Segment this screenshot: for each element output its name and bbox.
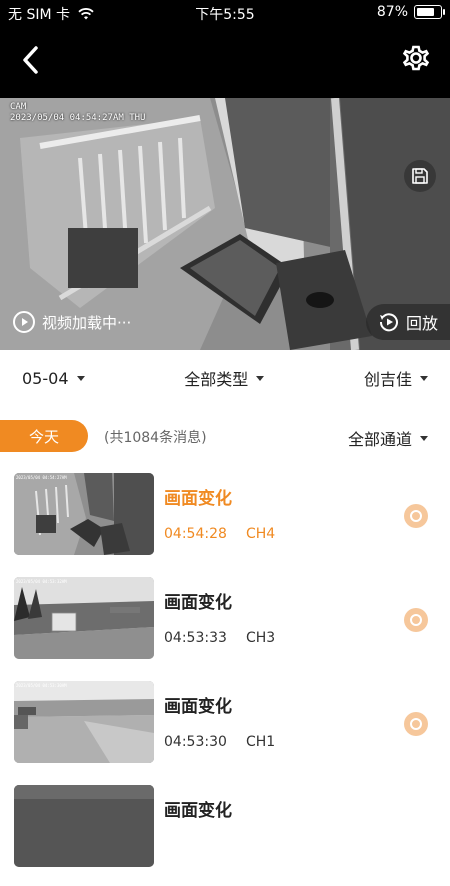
caret-down-icon [256,375,265,381]
status-bar: 无 SIM 卡 下午5:55 87% [0,0,450,26]
caret-down-icon [420,375,428,381]
osd-camera-name: CAM [10,102,27,112]
list-item[interactable]: 画面变化 [0,782,450,886]
target-icon [404,504,428,528]
brand-filter-label: 创吉佳 [363,370,412,389]
event-thumbnail: 2023/05/04 04:53:30AM [14,681,154,763]
message-count: (共1084条消息) [104,430,207,446]
event-title: 画面变化 [164,489,232,509]
save-icon [412,168,428,184]
svg-text:2023/05/04 04:54:27AM: 2023/05/04 04:54:27AM [16,475,67,480]
event-channel: CH1 [246,734,276,750]
save-button[interactable] [404,160,436,192]
brand-filter[interactable]: 创吉佳 [364,366,428,390]
loading-text: 视频加载中··· [42,313,132,332]
list-item[interactable]: 2023/05/04 04:53:30AM 画面变化 04:53:30 CH1 [0,678,450,782]
nav-bar [0,26,450,98]
event-thumbnail: 2023/05/04 04:54:27AM [14,473,154,555]
channel-filter-label: 全部通道 [347,430,412,449]
svg-text:2023/05/04 04:53:32AM: 2023/05/04 04:53:32AM [16,579,67,584]
list-item[interactable]: 2023/05/04 04:54:27AM 画面变化 04:54:28 CH4 [0,470,450,574]
event-time: 04:53:33 [164,630,227,646]
caret-down-icon [76,375,85,381]
replay-icon [379,313,398,332]
today-button[interactable]: 今天 [0,420,88,452]
date-filter-label: 05-04 [22,368,69,388]
event-title: 画面变化 [164,593,232,613]
svg-text:2023/05/04 04:53:30AM: 2023/05/04 04:53:30AM [16,683,67,688]
playback-label: 回放 [405,314,438,333]
list-item[interactable]: 2023/05/04 04:53:32AM 画面变化 04:53:33 CH3 [0,574,450,678]
video-player[interactable]: CAM 2023/05/04 04:54:27AM THU 视频加载中··· 回… [0,98,450,350]
battery-percent: 87% [376,4,408,20]
target-icon [404,608,428,632]
event-time: 04:53:30 [164,734,227,750]
filter-bar: 05-04 全部类型 创吉佳 [0,350,450,406]
chevron-left-icon[interactable] [14,42,50,78]
type-filter[interactable]: 全部类型 [184,366,265,390]
event-thumbnail [14,785,154,867]
type-filter-label: 全部类型 [184,370,249,389]
play-circle-icon [13,311,35,333]
osd-timestamp: 2023/05/04 04:54:27AM THU [10,113,146,123]
event-thumbnail: 2023/05/04 04:53:32AM [14,577,154,659]
battery-group: 87% [376,4,445,20]
summary-row: 今天 (共1084条消息) 全部通道 [0,420,450,452]
osd-overlay: CAM 2023/05/04 04:54:27AM THU [10,102,145,124]
target-icon [404,712,428,736]
event-title: 画面变化 [164,697,232,717]
channel-filter[interactable]: 全部通道 [348,426,428,450]
caret-down-icon [420,435,428,441]
event-channel: CH4 [246,526,276,542]
gear-icon[interactable] [400,42,432,74]
event-channel: CH3 [246,630,276,646]
battery-icon [414,5,445,19]
date-filter[interactable]: 05-04 [22,369,85,388]
loading-indicator: 视频加载中··· [12,310,131,334]
event-list: 2023/05/04 04:54:27AM 画面变化 04:54:28 CH4 … [0,470,450,886]
event-time: 04:54:28 [164,526,227,542]
playback-button[interactable]: 回放 [365,304,450,340]
